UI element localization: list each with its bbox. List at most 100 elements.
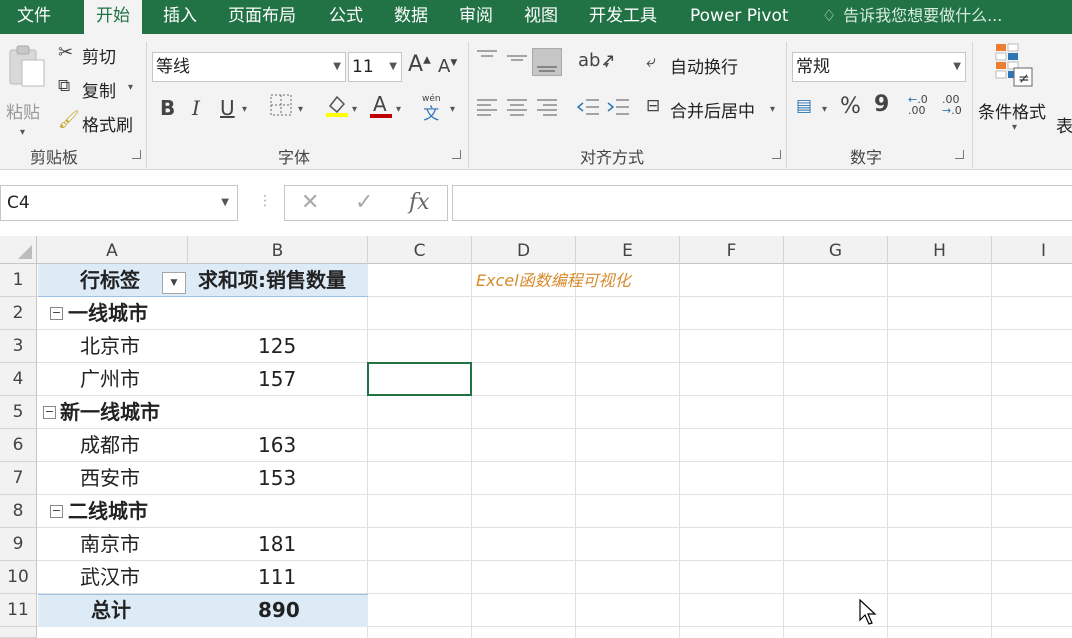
align-right-icon[interactable] [536,96,558,122]
number-launcher-icon[interactable] [955,150,964,159]
row-header[interactable]: 6 [0,429,37,462]
pivot-item-value[interactable]: 157 [258,363,296,396]
fill-color-icon[interactable] [324,92,350,122]
column-header-f[interactable]: F [680,236,784,264]
phonetic-dropdown-icon[interactable]: ▾ [450,104,455,115]
underline-icon[interactable]: U [220,96,235,120]
pivot-group-label[interactable]: 二线城市 [68,495,148,528]
pivot-row-labels-header[interactable]: 行标签 [80,264,140,297]
cut-button[interactable]: ✂ 剪切 [56,42,126,68]
selected-cell-c4[interactable] [367,362,472,396]
tab-home[interactable]: 开始 [84,0,142,34]
enter-icon[interactable]: ✓ [355,190,373,215]
name-box[interactable]: C4 ▼ [0,185,238,221]
insert-function-icon[interactable]: fx [409,190,430,215]
pivot-item-value[interactable]: 163 [258,429,296,462]
decrease-indent-icon[interactable] [576,96,600,122]
pivot-item-value[interactable]: 181 [258,528,296,561]
filter-dropdown-icon[interactable]: ▼ [162,272,186,294]
pivot-item-label[interactable]: 西安市 [80,462,140,495]
row-header[interactable]: 11 [0,594,37,627]
paste-button[interactable]: 粘贴 [4,42,48,132]
column-header-e[interactable]: E [576,236,680,264]
comma-style-icon[interactable]: 9 [874,92,889,117]
bold-icon[interactable]: B [160,96,175,120]
collapse-icon[interactable]: − [50,307,63,320]
watermark-note[interactable]: Excel函数编程可视化 [476,264,631,297]
borders-icon[interactable] [270,94,292,120]
row-header[interactable]: 2 [0,297,37,330]
alignment-launcher-icon[interactable] [772,150,781,159]
column-header-g[interactable]: G [784,236,888,264]
tab-power-pivot[interactable]: Power Pivot [690,0,789,34]
increase-decimal-icon[interactable]: ←.0.00 [908,94,928,116]
tab-file[interactable]: 文件 [17,0,51,34]
copy-button[interactable]: ⧉ 复制 ▾ [56,76,140,102]
column-header-i[interactable]: I [992,236,1072,264]
font-size-select[interactable]: 11 ▼ [348,52,402,82]
format-as-table-label[interactable]: 表 [1056,112,1072,137]
row-header[interactable] [0,627,37,638]
borders-dropdown-icon[interactable]: ▾ [298,104,303,115]
column-header-d[interactable]: D [472,236,576,264]
phonetic-icon[interactable]: wén 文 [422,94,441,123]
currency-dropdown-icon[interactable]: ▾ [822,104,827,115]
decrease-decimal-icon[interactable]: .00 →.0 [942,94,962,116]
column-header-c[interactable]: C [368,236,472,264]
increase-indent-icon[interactable] [606,96,630,122]
pivot-item-label[interactable]: 北京市 [80,330,140,363]
collapse-icon[interactable]: − [43,406,56,419]
pivot-value-header[interactable]: 求和项:销售数量 [198,264,346,297]
align-top-icon[interactable] [476,48,498,72]
pivot-total-label[interactable]: 总计 [91,594,131,627]
column-header-b[interactable]: B [188,236,368,264]
tab-page-layout[interactable]: 页面布局 [228,0,296,34]
orientation-icon[interactable]: ab↗ [578,50,616,71]
tab-developer[interactable]: 开发工具 [589,0,657,34]
formula-input[interactable] [452,185,1072,221]
align-bottom-icon[interactable] [532,48,562,76]
pivot-item-value[interactable]: 125 [258,330,296,363]
pivot-item-label[interactable]: 武汉市 [80,561,140,594]
pivot-item-label[interactable]: 成都市 [80,429,140,462]
tab-view[interactable]: 视图 [524,0,558,34]
pivot-item-label[interactable]: 广州市 [80,363,140,396]
pivot-total-value[interactable]: 890 [258,594,300,627]
merge-center-button[interactable]: ⊟ 合并后居中 ▾ [644,96,782,124]
select-all-button[interactable] [0,236,37,264]
italic-icon[interactable]: I [192,96,200,120]
align-center-icon[interactable] [506,96,528,122]
pivot-group-label[interactable]: 新一线城市 [60,396,160,429]
row-header[interactable]: 1 [0,264,37,297]
pivot-group-label[interactable]: 一线城市 [68,297,148,330]
collapse-icon[interactable]: − [50,505,63,518]
decrease-font-icon[interactable]: A▼ [438,56,457,77]
pivot-item-label[interactable]: 南京市 [80,528,140,561]
tab-formulas[interactable]: 公式 [329,0,363,34]
tab-review[interactable]: 审阅 [459,0,493,34]
currency-icon[interactable]: ▤ [796,96,812,116]
orientation-dropdown-icon[interactable]: ▾ [604,60,609,71]
conditional-formatting-button[interactable]: ≠ 条件格式 ▾ [976,42,1056,134]
font-name-select[interactable]: 等线 ▼ [152,52,346,82]
font-launcher-icon[interactable] [452,150,461,159]
column-header-a[interactable]: A [37,236,188,264]
splitter-handle-icon[interactable]: ⋮ [258,193,272,209]
row-header[interactable]: 4 [0,363,37,396]
paste-dropdown-icon[interactable]: ▾ [20,120,25,139]
column-header-h[interactable]: H [888,236,992,264]
row-header[interactable]: 8 [0,495,37,528]
format-painter-button[interactable]: 🖌 格式刷 [56,110,140,136]
font-color-dropdown-icon[interactable]: ▾ [396,104,401,115]
cancel-icon[interactable]: ✕ [301,190,319,215]
align-left-icon[interactable] [476,96,498,122]
tab-data[interactable]: 数据 [394,0,428,34]
pivot-item-value[interactable]: 111 [258,561,296,594]
percent-icon[interactable]: % [840,94,861,119]
row-header[interactable]: 3 [0,330,37,363]
tab-insert[interactable]: 插入 [163,0,197,34]
align-middle-icon[interactable] [506,48,528,72]
clipboard-launcher-icon[interactable] [132,150,141,159]
row-header[interactable]: 10 [0,561,37,594]
fill-color-dropdown-icon[interactable]: ▾ [352,104,357,115]
